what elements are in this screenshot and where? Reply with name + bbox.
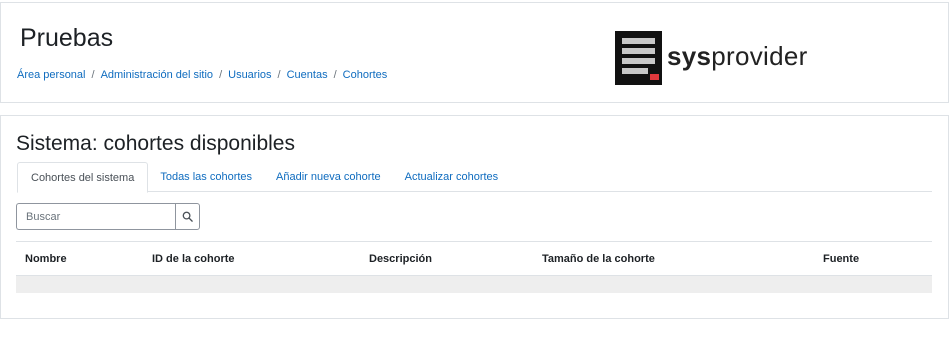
column-header-cohort-size: Tamaño de la cohorte [542, 253, 655, 265]
column-header-description: Descripción [369, 253, 432, 265]
breadcrumb-separator: / [91, 69, 95, 81]
logo-text: sysprovider [667, 40, 808, 71]
column-header-source: Fuente [823, 253, 860, 265]
cohorts-panel: Sistema: cohortes disponibles Cohortes d… [0, 115, 949, 319]
table-empty-row [16, 276, 932, 293]
search-form [16, 203, 200, 230]
logo-icon [615, 31, 662, 85]
search-button[interactable] [175, 203, 200, 230]
sysprovider-logo: sysprovider [615, 31, 808, 85]
breadcrumb-separator: / [219, 69, 223, 81]
tab-upload-cohorts[interactable]: Actualizar cohortes [393, 162, 511, 192]
column-header-name[interactable]: Nombre [25, 253, 67, 265]
tab-all-cohorts[interactable]: Todas las cohortes [148, 162, 264, 192]
breadcrumb-separator: / [333, 69, 337, 81]
column-header-cohort-id[interactable]: ID de la cohorte [152, 253, 235, 265]
breadcrumb-item-cohortes[interactable]: Cohortes [343, 69, 388, 81]
cohorts-table: Nombre ID de la cohorte Descripción Tama… [16, 241, 932, 293]
breadcrumb-item-usuarios[interactable]: Usuarios [228, 69, 271, 81]
table-header: Nombre ID de la cohorte Descripción Tama… [16, 242, 932, 276]
search-input[interactable] [16, 203, 175, 230]
breadcrumb-item-cuentas[interactable]: Cuentas [287, 69, 328, 81]
breadcrumb-item-administracion[interactable]: Administración del sitio [101, 69, 214, 81]
tab-add-cohort[interactable]: Añadir nueva cohorte [264, 162, 393, 192]
breadcrumb-separator: / [277, 69, 281, 81]
tab-system-cohorts[interactable]: Cohortes del sistema [17, 162, 149, 193]
breadcrumb-item-area-personal[interactable]: Área personal [17, 69, 86, 81]
page-title: Pruebas [20, 24, 114, 52]
tab-bar: Cohortes del sistema Todas las cohortes … [17, 162, 932, 193]
search-icon [182, 211, 193, 222]
section-title: Sistema: cohortes disponibles [16, 132, 295, 155]
breadcrumb: Área personal / Administración del sitio… [17, 69, 387, 81]
page-header: Pruebas Área personal / Administración d… [0, 2, 949, 103]
